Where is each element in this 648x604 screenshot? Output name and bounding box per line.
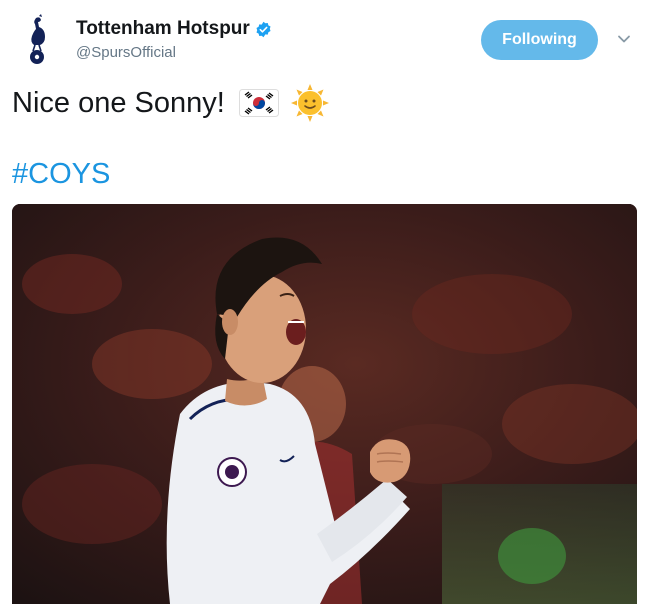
display-name-text[interactable]: Tottenham Hotspur [76,18,250,40]
hashtag-link[interactable]: #COYS [12,158,110,191]
tweet-text: Nice one Sonny! [12,84,329,122]
tweet-text-content: Nice one Sonny! [12,86,225,119]
tweet-photo[interactable] [12,204,637,604]
spurs-cockerel-icon [30,14,45,64]
avatar[interactable] [12,14,64,66]
account-name-block: Tottenham Hotspur @SpursOfficial [76,18,272,61]
display-name[interactable]: Tottenham Hotspur [76,18,272,40]
south-korea-flag-icon [238,89,279,117]
sun-face-icon [290,84,329,122]
chevron-down-icon[interactable] [617,32,631,46]
following-button[interactable]: Following [481,20,598,60]
tweet-header: Tottenham Hotspur @SpursOfficial Followi… [0,0,648,80]
verified-badge-icon [256,21,271,37]
player-celebration-photo [12,204,637,604]
account-handle[interactable]: @SpursOfficial [76,44,272,61]
